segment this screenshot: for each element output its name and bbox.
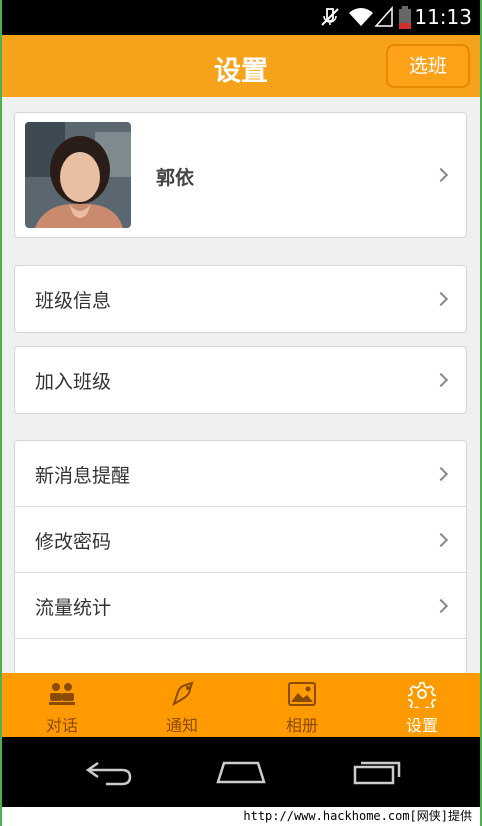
change-password-label: 修改密码 bbox=[35, 531, 112, 553]
tab-album[interactable]: 相册 bbox=[242, 673, 362, 737]
bell-icon bbox=[168, 680, 196, 708]
back-icon[interactable] bbox=[84, 759, 134, 791]
join-class-card: 加入班级 bbox=[14, 346, 467, 414]
traffic-stats-row[interactable]: 流量统计 bbox=[15, 573, 466, 639]
tab-label: 通知 bbox=[165, 716, 198, 735]
change-password-row[interactable]: 修改密码 bbox=[15, 507, 466, 573]
join-class-row[interactable]: 加入班级 bbox=[15, 347, 466, 413]
signal-icon bbox=[374, 6, 394, 32]
tab-label: 设置 bbox=[405, 716, 438, 735]
chevron-right-icon bbox=[433, 167, 449, 183]
gear-icon bbox=[406, 680, 438, 714]
battery-icon bbox=[398, 6, 412, 34]
chevron-right-icon bbox=[433, 291, 449, 307]
avatar bbox=[25, 122, 131, 228]
tab-chat[interactable]: 对话 bbox=[2, 673, 122, 737]
app-header: 设置 选班 bbox=[2, 35, 480, 97]
chevron-right-icon bbox=[433, 598, 449, 614]
wifi-icon bbox=[348, 6, 374, 32]
bottom-tab-bar: 对话 通知 相册 设置 bbox=[2, 673, 480, 737]
chevron-right-icon bbox=[433, 532, 449, 548]
tab-label: 相册 bbox=[285, 716, 318, 735]
join-class-label: 加入班级 bbox=[35, 371, 112, 393]
clock: 11:13 bbox=[414, 5, 472, 29]
pick-class-button[interactable]: 选班 bbox=[386, 44, 470, 88]
new-message-alert-row[interactable]: 新消息提醒 bbox=[15, 441, 466, 507]
profile-name: 郭依 bbox=[156, 167, 195, 189]
tab-settings[interactable]: 设置 bbox=[362, 673, 480, 737]
app-screen: 11:13 设置 选班 郭依 班级信息 加入班级 新消息提醒 修改密码 流量统计… bbox=[2, 0, 480, 826]
chat-icon bbox=[48, 680, 76, 708]
watermark: http://www.hackhome.com[网侠]提供 bbox=[2, 807, 480, 826]
status-bar: 11:13 bbox=[2, 0, 480, 35]
tab-label: 对话 bbox=[45, 716, 78, 735]
class-info-row[interactable]: 班级信息 bbox=[15, 266, 466, 332]
profile-card[interactable]: 郭依 bbox=[14, 112, 467, 238]
image-icon bbox=[288, 680, 316, 708]
chevron-right-icon bbox=[433, 466, 449, 482]
chevron-right-icon bbox=[433, 372, 449, 388]
recent-apps-icon[interactable] bbox=[352, 755, 402, 789]
new-message-alert-label: 新消息提醒 bbox=[35, 465, 131, 487]
traffic-stats-label: 流量统计 bbox=[35, 597, 112, 619]
settings-list-card: 新消息提醒 修改密码 流量统计 bbox=[14, 440, 467, 700]
class-info-card: 班级信息 bbox=[14, 265, 467, 333]
home-icon[interactable] bbox=[215, 757, 267, 789]
tab-notifications[interactable]: 通知 bbox=[122, 673, 242, 737]
class-info-label: 班级信息 bbox=[35, 290, 112, 312]
mute-icon bbox=[319, 6, 341, 32]
system-nav-bar bbox=[2, 737, 480, 807]
